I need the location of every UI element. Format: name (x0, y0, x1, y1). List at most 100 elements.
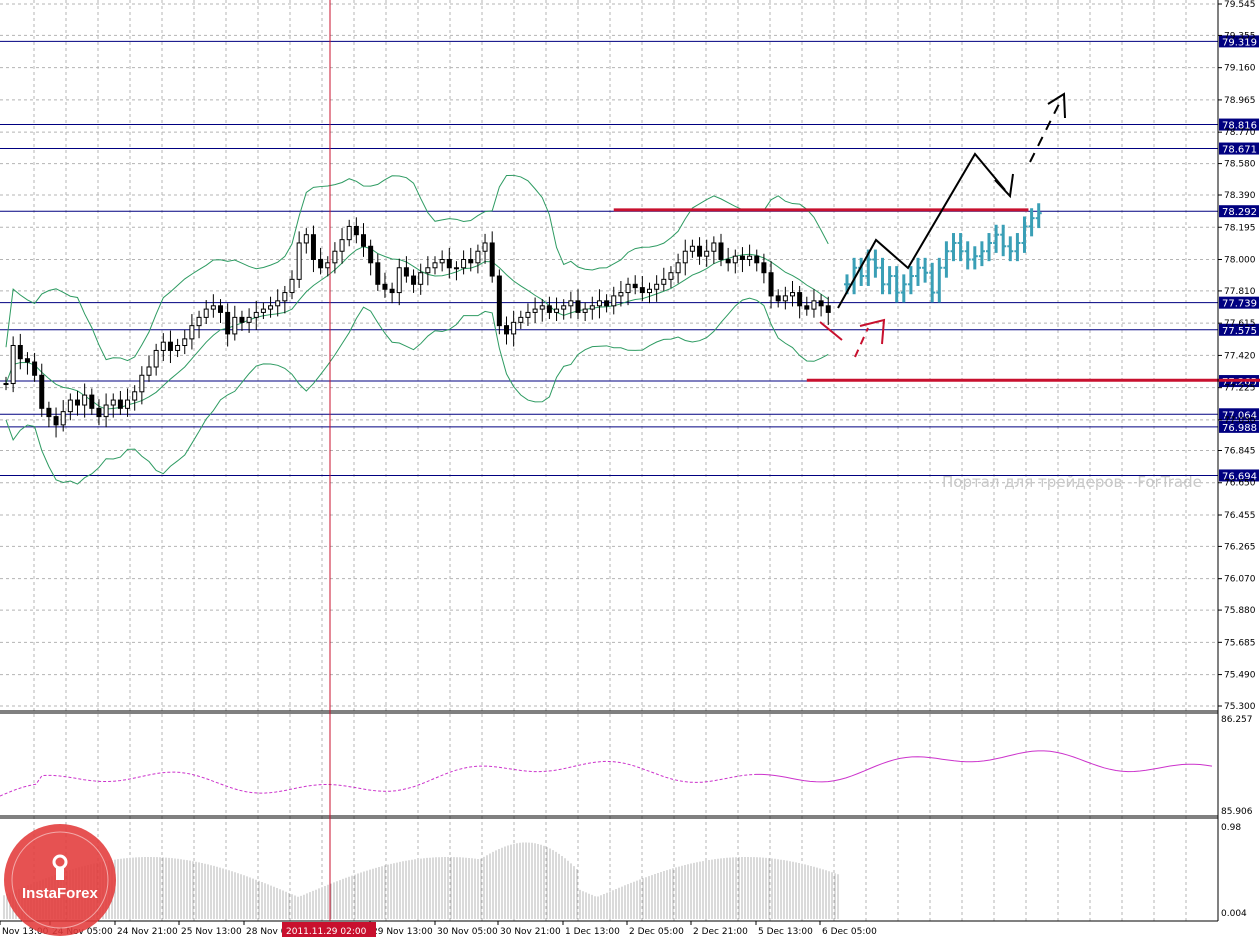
price-tick-label: 78.000 (1224, 255, 1256, 265)
candle-body (282, 292, 288, 302)
candle-body (582, 308, 588, 313)
candle-body (139, 374, 145, 393)
candle-body (797, 292, 803, 307)
price-tick-label: 75.300 (1224, 702, 1256, 712)
candle-body (24, 358, 30, 363)
candle-body (711, 242, 717, 252)
candle-body (475, 250, 481, 264)
price-tick-label: 76.845 (1224, 447, 1256, 457)
candle-body (489, 242, 495, 277)
candle-body (654, 283, 660, 290)
candle-body (575, 300, 581, 313)
price-tick-label: 76.265 (1224, 542, 1256, 552)
candle-body (532, 308, 538, 313)
price-tick-label: 78.580 (1224, 160, 1256, 170)
candle-body (511, 321, 517, 335)
candle-body (804, 305, 810, 310)
price-tick-label: 79.160 (1224, 64, 1256, 74)
candle-body (596, 300, 602, 307)
candle-body (175, 344, 181, 351)
time-tick-label: 30 Nov 21:00 (500, 927, 561, 937)
level-tag-label: 78.671 (1222, 145, 1257, 156)
candle-body (210, 305, 216, 310)
candle-body (411, 275, 417, 285)
candle-body (32, 361, 38, 376)
price-tick-label: 77.420 (1224, 351, 1256, 361)
price-tick-label: 78.390 (1224, 191, 1256, 201)
candle-body (303, 234, 309, 244)
time-tick-label: 29 Nov 13:00 (372, 927, 433, 937)
candle-body (482, 242, 488, 252)
candle-body (82, 394, 88, 406)
candle-body (461, 258, 467, 269)
price-tick-label: 76.070 (1224, 575, 1256, 585)
candle-body (668, 272, 674, 280)
candle-body (275, 300, 281, 307)
candle-body (625, 283, 631, 294)
candle-body (67, 399, 73, 413)
price-tick-label: 75.880 (1224, 606, 1256, 616)
candle-body (196, 316, 202, 327)
candle-body (589, 305, 595, 310)
candle-body (418, 272, 424, 285)
candle-body (496, 275, 502, 327)
candle-body (232, 316, 238, 335)
price-tick-label: 78.965 (1224, 96, 1256, 106)
candle-body (60, 411, 66, 426)
candle-body (153, 349, 159, 368)
candle-body (132, 391, 138, 401)
price-tick-label: 79.355 (1224, 31, 1256, 41)
candle-body (189, 325, 195, 340)
instaforex-logo: InstaForex (4, 824, 116, 936)
candle-body (167, 341, 173, 351)
level-tag-label: 77.739 (1222, 299, 1257, 310)
price-tick-label: 77.225 (1224, 384, 1256, 394)
indicator-1-top-label: 86.257 (1221, 715, 1253, 725)
candle-body (518, 316, 524, 323)
candle-body (718, 242, 724, 260)
candle-body (389, 288, 395, 294)
candle-body (439, 258, 445, 264)
candle-body (790, 292, 795, 297)
candle-body (53, 416, 59, 426)
candle-body (554, 308, 560, 313)
candle-body (203, 308, 209, 318)
candle-body (17, 344, 23, 360)
candle-body (425, 267, 431, 274)
candle-body (39, 374, 45, 409)
candle-body (689, 245, 695, 252)
time-tick-label: 1 Dec 13:00 (565, 927, 620, 937)
candle-body (117, 399, 123, 409)
price-tick-label: 78.195 (1224, 223, 1256, 233)
candle-body (432, 262, 438, 269)
candle-body (346, 225, 352, 241)
candle-body (568, 300, 574, 307)
candle-body (146, 366, 152, 376)
candle-body (253, 311, 259, 318)
candle-body (468, 258, 474, 264)
candle-body (125, 399, 131, 409)
candle-body (246, 316, 252, 323)
price-tick-label: 76.650 (1224, 479, 1256, 489)
candle-body (561, 305, 567, 310)
candle-body (339, 239, 345, 252)
candle-body (732, 255, 738, 264)
candle-body (403, 267, 409, 277)
candle-body (10, 344, 16, 385)
indicator-2-bottom-label: 0.004 (1221, 909, 1247, 919)
candle-body (361, 234, 366, 247)
candle-body (639, 287, 645, 294)
candle-body (382, 283, 388, 290)
price-tick-label: 77.615 (1224, 319, 1256, 329)
time-marker-tag-label: 2011.11.29 02:00 (286, 927, 367, 937)
candle-body (761, 262, 767, 274)
candle-body (704, 250, 710, 257)
level-tag-label: 78.292 (1222, 207, 1257, 218)
candle-body (375, 262, 381, 285)
price-tick-label: 78.770 (1224, 128, 1256, 138)
candle-body (525, 311, 531, 318)
time-tick-label: 6 Dec 05:00 (822, 927, 877, 937)
candle-body (103, 404, 109, 418)
price-tick-label: 77.810 (1224, 287, 1256, 297)
candle-body (504, 325, 509, 335)
